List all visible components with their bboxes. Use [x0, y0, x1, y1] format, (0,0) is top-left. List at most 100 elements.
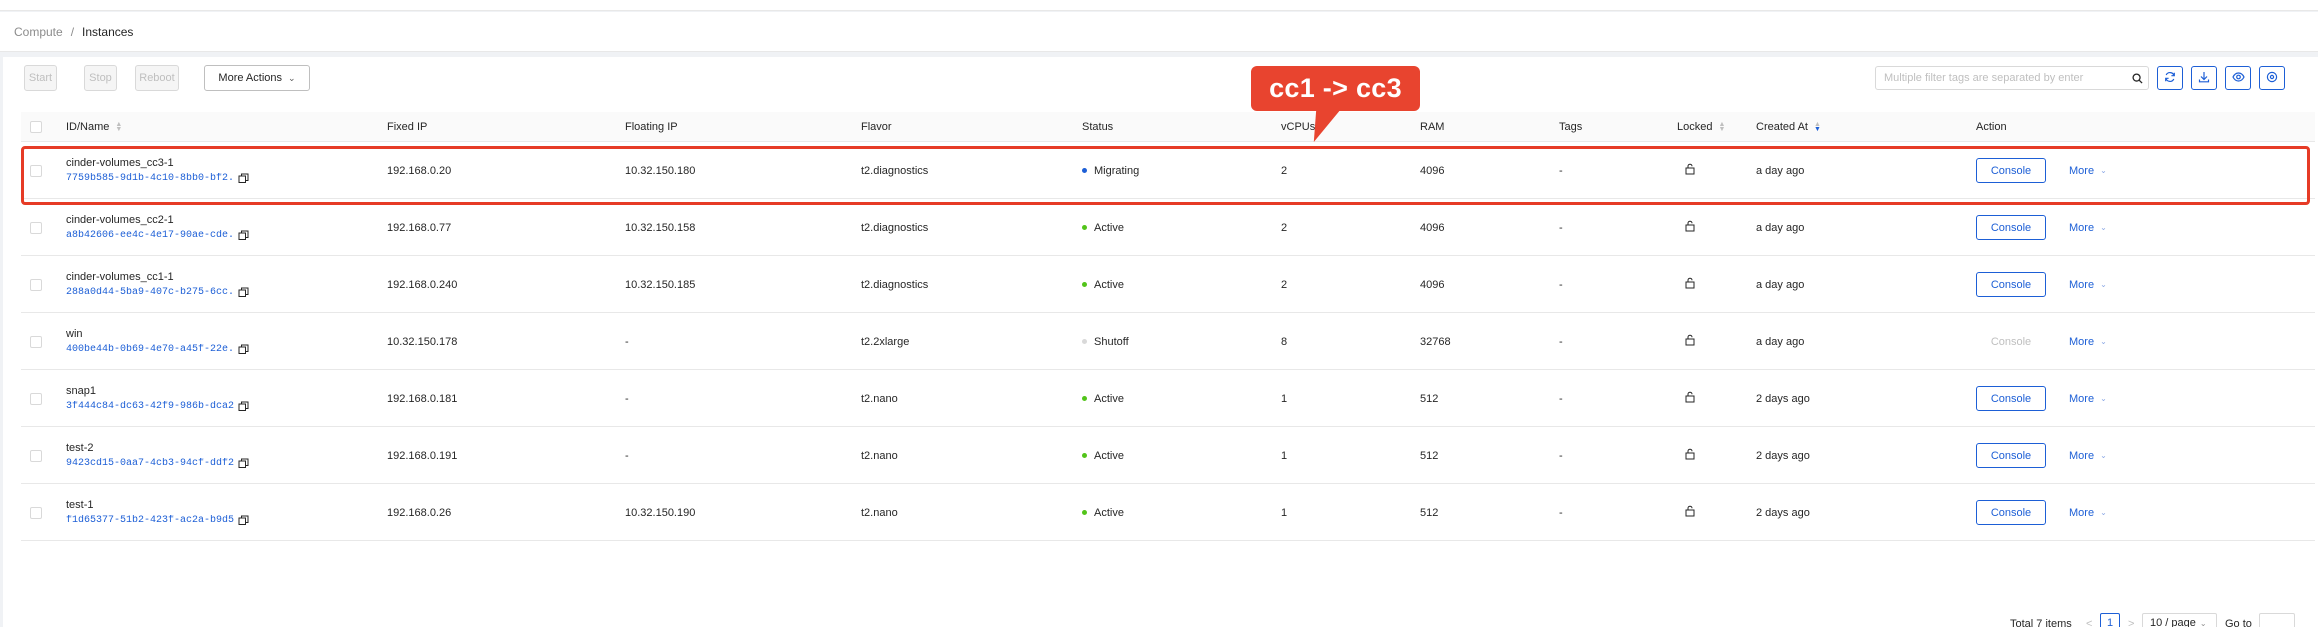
instance-name[interactable]: test-1 [66, 499, 94, 511]
more-actions-button[interactable]: More Actions ⌄ [204, 65, 310, 91]
vcpus: 2 [1281, 221, 1288, 234]
row-checkbox[interactable] [30, 164, 42, 177]
copy-icon[interactable] [238, 230, 249, 241]
console-button[interactable]: Console [1976, 215, 2046, 240]
sort-icon: ▲ ▼ [115, 121, 123, 133]
console-button[interactable]: Console [1976, 500, 2046, 525]
status-cell: Active [1082, 427, 1124, 484]
more-menu[interactable]: More ⌄ [2069, 222, 2107, 234]
row-checkbox[interactable] [30, 506, 42, 519]
more-menu[interactable]: More ⌄ [2069, 450, 2107, 462]
instance-name[interactable]: win [66, 328, 83, 340]
sort-icon: ▲ ▼ [1718, 121, 1726, 133]
instance-id-link[interactable]: f1d65377-51b2-423f-ac2a-b9d5... [66, 515, 234, 526]
instance-name-cell: snap1 3f444c84-dc63-42f9-986b-dca2... [66, 370, 249, 427]
copy-icon[interactable] [238, 173, 249, 184]
console-button[interactable]: Console [1976, 443, 2046, 468]
more-menu[interactable]: More ⌄ [2069, 279, 2107, 291]
more-menu[interactable]: More ⌄ [2069, 393, 2107, 405]
more-menu[interactable]: More ⌄ [2069, 165, 2107, 177]
copy-icon[interactable] [238, 401, 249, 412]
tags: - [1559, 221, 1563, 234]
fixed-ip: 192.168.0.77 [387, 221, 452, 234]
instance-name[interactable]: cinder-volumes_cc3-1 [66, 157, 174, 169]
column-created-at[interactable]: Created At ▲ ▼ [1756, 112, 1821, 142]
chevron-down-icon: ⌄ [288, 72, 296, 83]
table-row: win 400be44b-0b69-4e70-a45f-22e... 10.32.1… [21, 313, 2315, 370]
vcpus: 1 [1281, 506, 1288, 519]
row-select-cell [30, 370, 42, 427]
console-cell: Console [1976, 313, 2046, 370]
more-cell: More ⌄ [2069, 199, 2107, 256]
search-icon[interactable] [2126, 67, 2148, 89]
stop-button[interactable]: Stop [84, 65, 117, 91]
console-button[interactable]: Console [1976, 272, 2046, 297]
instance-name[interactable]: cinder-volumes_cc2-1 [66, 214, 174, 226]
row-checkbox[interactable] [30, 392, 42, 405]
instance-name[interactable]: snap1 [66, 385, 96, 397]
sort-icon: ▲ ▼ [1813, 121, 1821, 133]
column-id-name[interactable]: ID/Name ▲ ▼ [66, 112, 122, 142]
row-checkbox[interactable] [30, 335, 42, 348]
search-input[interactable] [1876, 67, 2126, 89]
pagination-prev[interactable]: < [2086, 618, 2092, 627]
tags: - [1559, 392, 1563, 405]
pagination-next[interactable]: > [2128, 618, 2134, 627]
floating-ip: 10.32.150.190 [625, 506, 696, 519]
goto-page-input[interactable] [2259, 613, 2295, 627]
top-bar [0, 0, 2318, 11]
fixed-ip: 192.168.0.191 [387, 449, 458, 462]
instance-id-link[interactable]: a8b42606-ee4c-4e17-90ae-cde... [66, 230, 234, 241]
instance-name[interactable]: cinder-volumes_cc1-1 [66, 271, 174, 283]
instance-id-link[interactable]: 288a0d44-5ba9-407c-b275-6cc... [66, 287, 234, 298]
refresh-button[interactable] [2157, 66, 2183, 90]
pagination-page-1[interactable]: 1 [2100, 613, 2120, 627]
row-checkbox[interactable] [30, 449, 42, 462]
chevron-down-icon: ⌄ [2100, 508, 2107, 517]
instance-name[interactable]: test-2 [66, 442, 94, 454]
console-button[interactable]: Console [1976, 386, 2046, 411]
copy-icon[interactable] [238, 344, 249, 355]
settings-button[interactable] [2259, 66, 2285, 90]
locked-cell [1685, 313, 1695, 370]
page-size-select[interactable]: 10 / page ⌄ [2142, 613, 2217, 627]
ram: 4096 [1420, 221, 1445, 234]
more-label: More [2069, 506, 2095, 519]
console-cell: Console [1976, 370, 2046, 427]
floating-ip: 10.32.150.158 [625, 221, 696, 234]
console-button[interactable]: Console [1976, 329, 2046, 354]
column-visibility-button[interactable] [2225, 66, 2251, 90]
breadcrumb-compute[interactable]: Compute [14, 25, 63, 39]
vcpus: 8 [1281, 335, 1288, 348]
copy-icon[interactable] [238, 458, 249, 469]
column-floating-ip: Floating IP [625, 121, 678, 133]
status-text: Active [1094, 278, 1124, 291]
tags: - [1559, 278, 1563, 291]
download-button[interactable] [2191, 66, 2217, 90]
instance-id-link[interactable]: 7759b585-9d1b-4c10-8bb0-bf2... [66, 173, 234, 184]
copy-icon[interactable] [238, 515, 249, 526]
status-text: Active [1094, 506, 1124, 519]
tags: - [1559, 164, 1563, 177]
column-flavor: Flavor [861, 121, 892, 133]
row-checkbox[interactable] [30, 221, 42, 234]
ram: 4096 [1420, 164, 1445, 177]
floating-ip: - [625, 392, 629, 405]
instance-id-link[interactable]: 3f444c84-dc63-42f9-986b-dca2... [66, 401, 234, 412]
search-box [1875, 66, 2149, 90]
column-locked[interactable]: Locked ▲ ▼ [1677, 112, 1725, 142]
instance-id-link[interactable]: 9423cd15-0aa7-4cb3-94cf-ddf2... [66, 458, 234, 469]
instance-id-link[interactable]: 400be44b-0b69-4e70-a45f-22e... [66, 344, 234, 355]
console-button[interactable]: Console [1976, 158, 2046, 183]
more-menu[interactable]: More ⌄ [2069, 507, 2107, 519]
reboot-button[interactable]: Reboot [135, 65, 179, 91]
select-all-checkbox[interactable] [30, 121, 42, 133]
status-dot [1082, 225, 1087, 230]
created-at: a day ago [1756, 221, 1805, 234]
console-cell: Console [1976, 142, 2046, 199]
copy-icon[interactable] [238, 287, 249, 298]
row-checkbox[interactable] [30, 278, 42, 291]
breadcrumb-separator: / [70, 24, 75, 39]
more-menu[interactable]: More ⌄ [2069, 336, 2107, 348]
start-button[interactable]: Start [24, 65, 57, 91]
